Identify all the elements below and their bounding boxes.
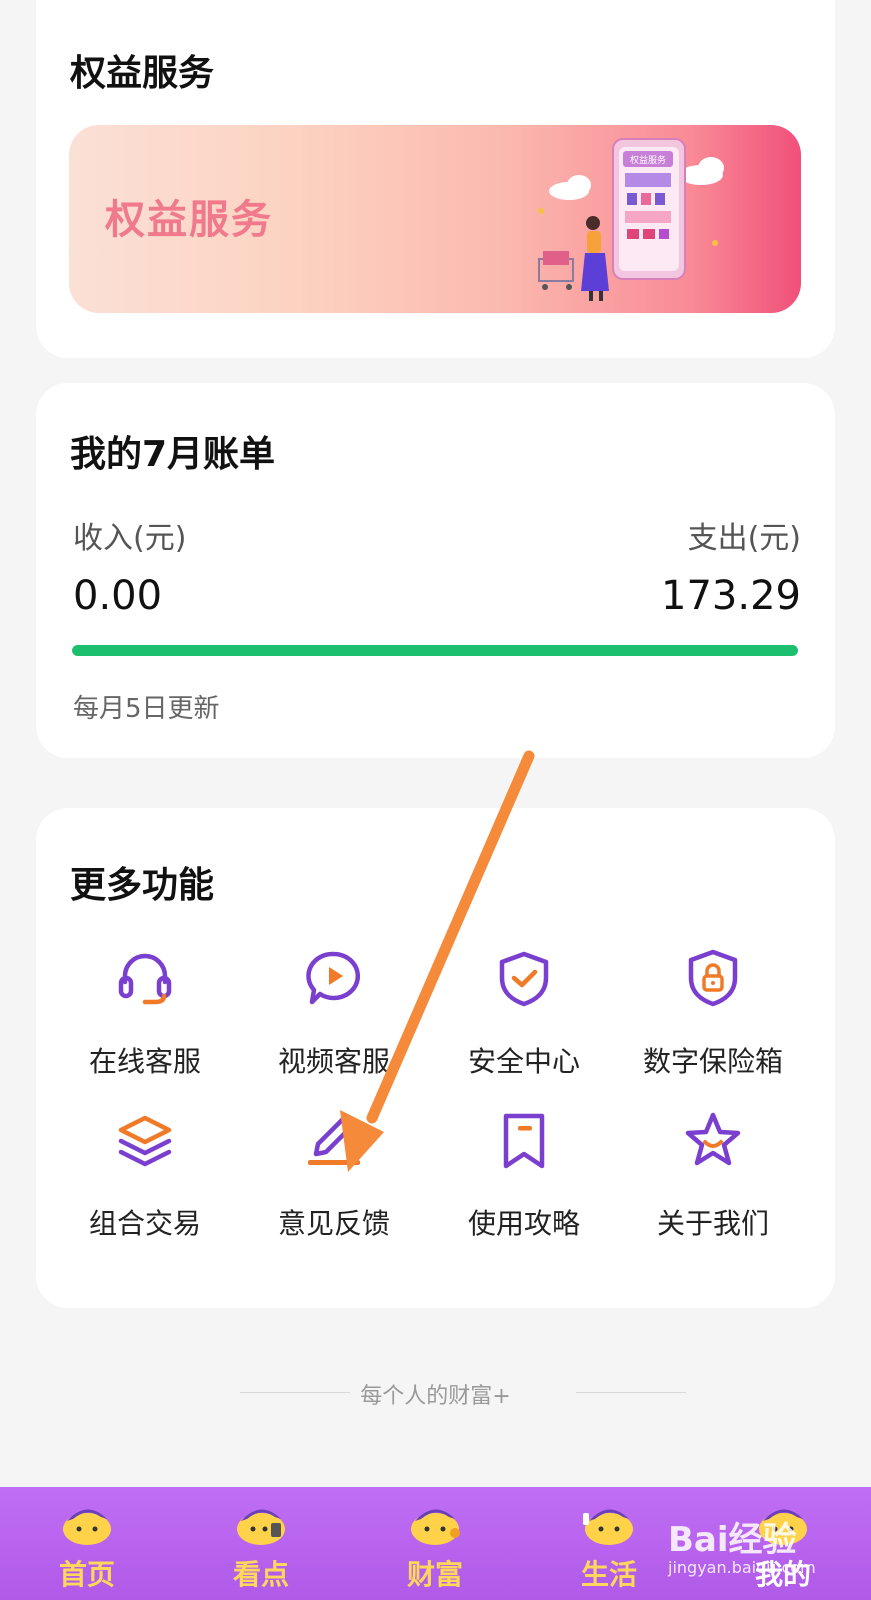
tab-label: 财富 (406, 1558, 463, 1591)
function-label: 组合交易 (88, 1207, 201, 1240)
lock-shield-icon (688, 949, 738, 1007)
mascot-life-icon (583, 1509, 633, 1545)
benefits-banner[interactable]: 权益服务 权益服务 (69, 125, 801, 313)
spending-progress-bar (72, 645, 798, 656)
function-label: 意见反馈 (277, 1207, 390, 1240)
more-functions-card: 更多功能 在线客服 视频客服 安全中心 数字保险箱 组合交易 意见反馈 使用攻略… (36, 808, 835, 1308)
mascot-home-icon (63, 1509, 111, 1545)
more-functions-title: 更多功能 (70, 865, 215, 906)
bookmark-icon (503, 1113, 545, 1169)
function-about-us[interactable]: 关于我们 (616, 1110, 810, 1260)
tab-wealth[interactable]: 财富 (348, 1487, 522, 1600)
slogan-divider-right (576, 1392, 686, 1393)
tab-highlights[interactable]: 看点 (174, 1487, 348, 1600)
function-security-center[interactable]: 安全中心 (427, 948, 621, 1098)
pen-icon (308, 1115, 360, 1165)
function-digital-safe[interactable]: 数字保险箱 (616, 948, 810, 1098)
video-chat-icon (306, 951, 360, 1005)
function-combo-trade[interactable]: 组合交易 (48, 1110, 242, 1260)
function-label: 在线客服 (88, 1045, 201, 1078)
watermark-logo: Bai经验 (668, 1520, 797, 1560)
tab-home[interactable]: 首页 (0, 1487, 174, 1600)
income-label: 收入(元) (73, 521, 187, 556)
function-user-guide[interactable]: 使用攻略 (427, 1110, 621, 1260)
function-video-service[interactable]: 视频客服 (237, 948, 431, 1098)
star-icon (685, 1112, 741, 1166)
benefits-card: 权益服务 权益服务 权益服务 (36, 0, 835, 358)
function-label: 使用攻略 (467, 1207, 580, 1240)
benefits-title: 权益服务 (70, 53, 215, 94)
expense-value: 173.29 (661, 573, 801, 619)
bill-title: 我的7月账单 (70, 434, 276, 475)
mascot-wealth-icon (411, 1509, 460, 1545)
watermark-url: jingyan.baidu.com (668, 1558, 816, 1577)
income-value: 0.00 (73, 573, 163, 619)
slogan-row: 每个人的财富+ (0, 1378, 871, 1418)
shopping-illustration-icon: 权益服务 (538, 138, 724, 301)
function-feedback[interactable]: 意见反馈 (237, 1110, 431, 1260)
tab-label: 看点 (232, 1558, 289, 1591)
banner-sign: 权益服务 (630, 154, 666, 166)
function-label: 数字保险箱 (642, 1045, 783, 1078)
tab-label: 首页 (58, 1558, 115, 1591)
banner-text: 权益服务 (105, 197, 273, 243)
function-online-service[interactable]: 在线客服 (48, 948, 242, 1098)
bill-card[interactable]: 我的7月账单 收入(元) 支出(元) 0.00 173.29 每月5日更新 (36, 383, 835, 758)
function-label: 视频客服 (277, 1045, 390, 1078)
spending-progress-fill (72, 645, 798, 656)
function-label: 关于我们 (656, 1207, 769, 1240)
bill-update-note: 每月5日更新 (73, 694, 220, 724)
shield-check-icon (499, 951, 549, 1007)
function-label: 安全中心 (467, 1045, 580, 1078)
mascot-highlights-icon (237, 1509, 285, 1545)
headset-icon (118, 953, 172, 1005)
layers-icon (118, 1115, 172, 1167)
expense-label: 支出(元) (687, 521, 801, 556)
slogan-text: 每个人的财富+ (360, 1384, 511, 1409)
